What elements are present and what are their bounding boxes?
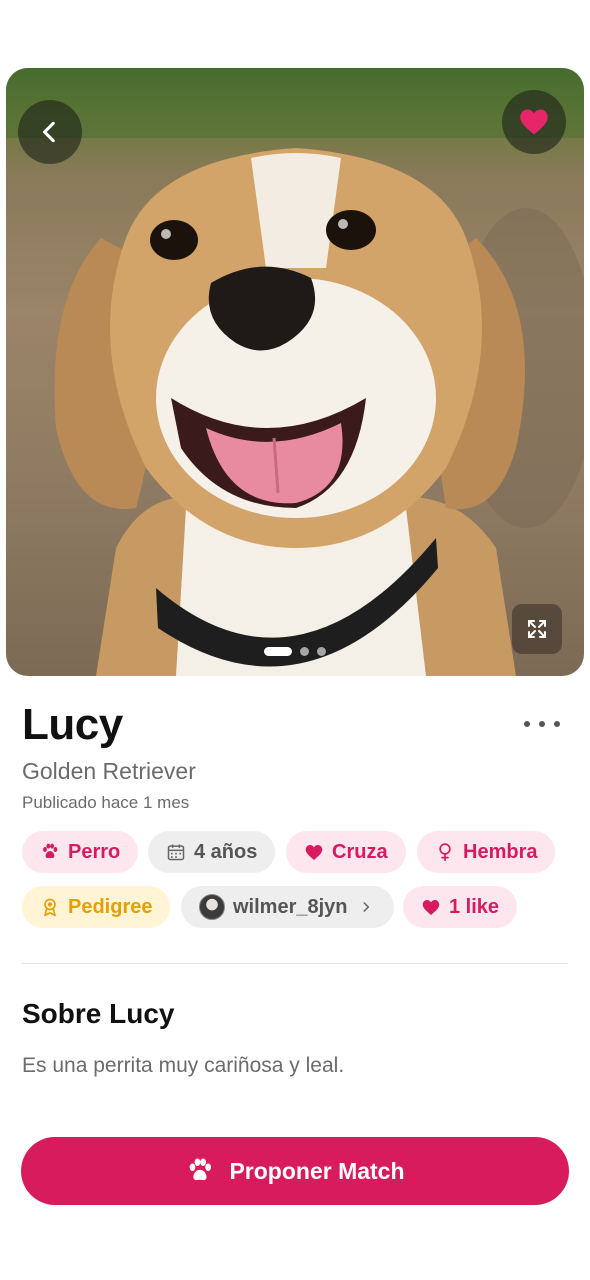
more-icon-dot [539, 721, 545, 727]
pagination-dot[interactable] [300, 647, 309, 656]
pagination-dot-active[interactable] [264, 647, 292, 656]
heart-icon [520, 109, 548, 135]
owner-username: wilmer_8jyn [233, 895, 348, 918]
pet-photo[interactable] [6, 68, 584, 676]
chip-pedigree: Pedigree [22, 886, 171, 928]
chip-pedigree-label: Pedigree [68, 895, 153, 918]
chip-species: Perro [22, 831, 139, 873]
about-title: Sobre Lucy [22, 998, 175, 1029]
chevron-left-icon [43, 121, 55, 143]
propose-match-label: Proponer Match [229, 1157, 405, 1184]
pagination-dot[interactable] [317, 647, 326, 656]
back-button[interactable] [18, 100, 82, 164]
chip-age-label: 4 años [194, 840, 258, 863]
favorite-button[interactable] [502, 90, 566, 154]
chip-purpose: Cruza [286, 831, 406, 873]
propose-match-button[interactable]: Proponer Match [21, 1137, 569, 1205]
owner-avatar [199, 894, 225, 920]
more-icon-dot [554, 721, 560, 727]
pet-name: Lucy [22, 700, 123, 749]
gallery-pagination [264, 647, 326, 656]
heart-icon [421, 897, 441, 917]
award-icon [40, 897, 60, 917]
expand-icon [528, 620, 546, 638]
female-icon [435, 842, 455, 862]
chip-sex-label: Hembra [463, 840, 538, 863]
section-divider [22, 963, 568, 964]
dog-photo-illustration [6, 68, 584, 676]
chip-sex: Hembra [417, 831, 556, 873]
chip-species-label: Perro [68, 840, 121, 863]
chip-purpose-label: Cruza [332, 840, 388, 863]
published-date: Publicado hace 1 mes [22, 793, 190, 812]
chevron-right-icon [356, 897, 376, 917]
chip-age: 4 años [148, 831, 276, 873]
more-options-button[interactable] [524, 712, 560, 736]
about-text: Es una perrita muy cariñosa y leal. [22, 1054, 345, 1077]
owner-profile-chip[interactable]: wilmer_8jyn [181, 886, 394, 928]
paw-icon [190, 1158, 212, 1181]
chip-likes-label: 1 like [449, 895, 500, 918]
expand-photo-button[interactable] [512, 604, 562, 654]
heart-icon [304, 842, 324, 862]
more-icon-dot [524, 721, 530, 727]
chip-likes: 1 like [403, 886, 518, 928]
calendar-icon [166, 842, 186, 862]
paw-icon [40, 842, 60, 862]
pet-breed: Golden Retriever [22, 758, 196, 784]
